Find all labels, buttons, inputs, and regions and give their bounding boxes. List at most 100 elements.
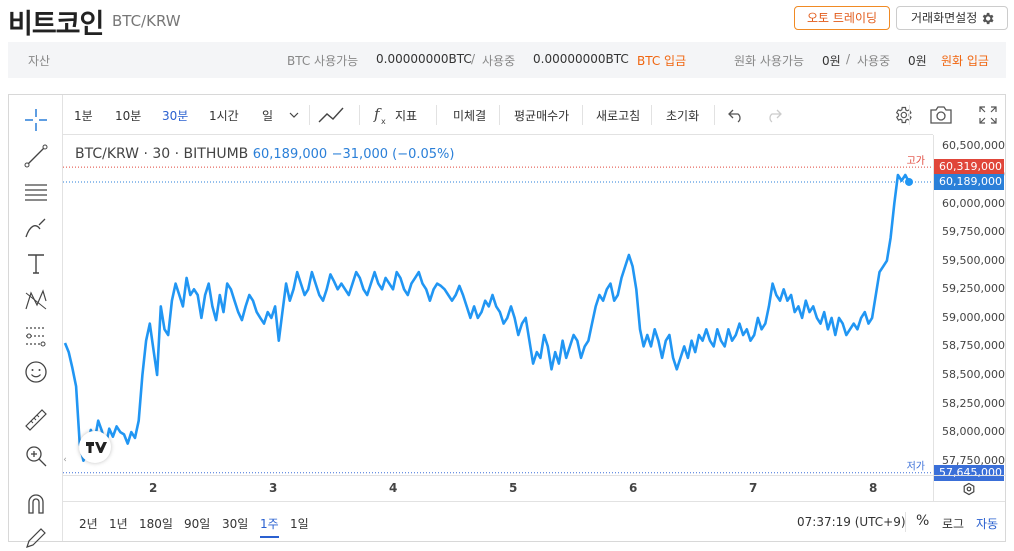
price-axis[interactable]: 60,500,00060,250,00060,000,00059,750,000… [933, 135, 1005, 481]
range-1w[interactable]: 1주 [260, 515, 279, 538]
x-tick-label: 3 [269, 481, 278, 495]
zoom-in-icon[interactable] [23, 443, 49, 469]
unfilled-orders-button[interactable]: 미체결 [453, 107, 486, 124]
toolbar-divider [309, 105, 310, 125]
interval-day[interactable]: 일 [262, 107, 273, 124]
range-1y[interactable]: 1년 [109, 515, 128, 532]
gear-icon [982, 12, 994, 25]
axis-settings-icon[interactable] [962, 482, 976, 496]
time-axis[interactable]: 2 3 4 5 6 7 8 [63, 475, 933, 501]
toolbar-divider [651, 105, 652, 125]
x-tick-label: 4 [389, 481, 398, 495]
high-label: 고가 [907, 155, 925, 167]
last-price-dot [905, 177, 913, 186]
krw-deposit-link[interactable]: 원화 입금 [941, 52, 989, 69]
y-tick-label: 58,750,000 [942, 339, 1005, 353]
bottom-divider [905, 512, 906, 532]
fx-icon[interactable]: fx [373, 105, 389, 127]
redo-icon[interactable] [765, 107, 783, 123]
btc-available-value: 0.00000000BTC [376, 52, 472, 66]
y-tick-label: 60,000,000 [942, 196, 1005, 210]
magnet-icon[interactable] [23, 491, 49, 517]
btc-separator: / [471, 52, 476, 66]
asset-bar: 자산 BTC 사용가능 0.00000000BTC / 사용중 0.000000… [8, 42, 1006, 78]
y-tick-label: 59,500,000 [942, 253, 1005, 267]
high-price-flag: 60,319,000 [934, 159, 1004, 176]
interval-1min[interactable]: 1분 [74, 107, 93, 124]
interval-1hour[interactable]: 1시간 [209, 107, 239, 124]
indicators-button[interactable]: 지표 [395, 107, 417, 124]
trend-line-icon[interactable] [23, 143, 49, 169]
projection-icon[interactable] [23, 323, 49, 349]
chart-type-icon[interactable] [317, 105, 345, 125]
low-label: 저가 [907, 461, 925, 473]
auto-trading-button[interactable]: 오토 트레이딩 [794, 6, 890, 30]
collapse-toolbar-handle[interactable]: ‹ [61, 451, 69, 469]
ruler-icon[interactable] [23, 407, 49, 433]
range-1d[interactable]: 1일 [290, 515, 309, 532]
y-tick-label: 59,000,000 [942, 310, 1005, 324]
drawing-toolbar [9, 95, 63, 548]
toolbar-divider [582, 105, 583, 125]
text-icon[interactable] [23, 251, 49, 277]
tradingview-logo[interactable] [79, 431, 111, 463]
chevron-down-icon[interactable] [289, 111, 299, 119]
fullscreen-icon[interactable] [979, 106, 997, 124]
chart-widget: 1분 10분 30분 1시간 일 fx 지표 미체결 평균매수가 새로고침 초기… [8, 94, 1006, 548]
toolbar-divider [499, 105, 500, 125]
current-price-flag: 60,189,000 [934, 173, 1004, 190]
krw-in-use-value: 0원 [908, 54, 927, 68]
toolbar-divider [436, 105, 437, 125]
reset-button[interactable]: 초기화 [666, 107, 699, 124]
toolbar-divider [359, 105, 360, 125]
clock-time[interactable]: 07:37:19 (UTC+9) [797, 515, 906, 529]
range-90d[interactable]: 90일 [184, 515, 210, 532]
y-tick-label: 58,500,000 [942, 368, 1005, 381]
page-title: 비트코인 [8, 9, 104, 40]
undo-icon[interactable] [727, 107, 745, 123]
btc-available-label: BTC 사용가능 [287, 54, 359, 68]
crosshair-icon[interactable] [23, 107, 49, 133]
interval-10min[interactable]: 10분 [115, 107, 141, 124]
interval-30min[interactable]: 30분 [162, 107, 188, 124]
log-toggle[interactable]: 로그 [942, 515, 964, 532]
chart-toolbar: 1분 10분 30분 1시간 일 fx 지표 미체결 평균매수가 새로고침 초기… [63, 95, 933, 135]
price-plot[interactable]: 고가 저가 [63, 135, 933, 475]
btc-in-use-label: 사용중 [482, 54, 516, 68]
btc-in-use-value: 0.00000000BTC [533, 52, 629, 66]
krw-available-label: 원화 사용가능 [734, 54, 805, 68]
tv-logo-icon [86, 442, 107, 453]
y-tick-label: 58,250,000 [942, 396, 1005, 410]
pencil-icon[interactable] [23, 525, 49, 551]
y-tick-label: 58,000,000 [942, 425, 1005, 439]
camera-icon[interactable] [929, 105, 953, 125]
brush-icon[interactable] [23, 215, 49, 241]
range-2y[interactable]: 2년 [79, 515, 98, 532]
emoji-icon[interactable] [23, 359, 49, 385]
range-bar: 2년 1년 180일 90일 30일 1주 1일 07:37:19 (UTC+9… [63, 501, 1005, 541]
screen-settings-label: 거래화면설정 [911, 11, 978, 25]
axis-corner[interactable] [933, 475, 1005, 501]
percent-toggle[interactable]: % [916, 513, 929, 529]
pattern-icon[interactable] [23, 287, 49, 313]
chart-settings-gear-icon[interactable] [893, 105, 913, 125]
asset-label: 자산 [28, 54, 51, 68]
y-tick-label: 60,500,000 [942, 139, 1005, 153]
toolbar-divider [714, 105, 715, 125]
krw-available-value: 0원 [822, 54, 841, 68]
range-30d[interactable]: 30일 [222, 515, 248, 532]
header: 비트코인 BTC/KRW 오토 트레이딩 거래화면설정 [0, 0, 1014, 40]
screen-settings-button[interactable]: 거래화면설정 [896, 6, 1008, 30]
y-tick-label: 59,250,000 [942, 282, 1005, 296]
auto-toggle[interactable]: 자동 [976, 515, 998, 532]
avg-buy-price-button[interactable]: 평균매수가 [514, 107, 569, 124]
x-tick-label: 7 [749, 481, 758, 495]
pair-label: BTC/KRW [112, 12, 181, 30]
refresh-button[interactable]: 새로고침 [596, 107, 640, 124]
toolbar-divider [909, 105, 910, 125]
range-180d[interactable]: 180일 [139, 515, 173, 532]
x-tick-label: 8 [869, 481, 878, 495]
fib-lines-icon[interactable] [23, 179, 49, 205]
y-tick-label: 59,750,000 [942, 225, 1005, 239]
btc-deposit-link[interactable]: BTC 입금 [637, 52, 686, 69]
